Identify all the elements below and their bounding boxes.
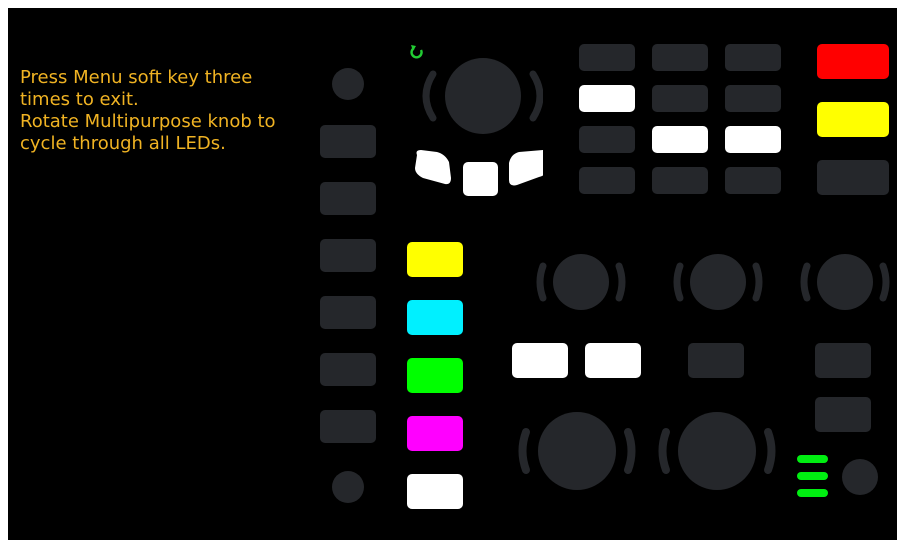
grid-key-r4c1[interactable]: [579, 167, 635, 194]
grid-key-r3c2[interactable]: [652, 126, 708, 153]
knob-2-arc-right: [752, 262, 763, 302]
channel-key-2[interactable]: [407, 300, 463, 335]
knob-2[interactable]: [690, 254, 746, 310]
bottom-right-round-button[interactable]: [842, 459, 878, 495]
knob-2-arc-left: [673, 262, 684, 302]
led-test-screen: Press Menu soft key three times to exit.…: [8, 8, 897, 540]
refresh-icon: [410, 45, 423, 59]
grid-key-r1c1[interactable]: [579, 44, 635, 71]
right-stack-key-2[interactable]: [815, 397, 871, 432]
instruction-line-4: cycle through all LEDs.: [20, 133, 226, 154]
grid-key-r1c2[interactable]: [652, 44, 708, 71]
level-bar-2: [797, 472, 828, 480]
channel-key-4[interactable]: [407, 416, 463, 451]
multipurpose-knob-group: [410, 45, 543, 196]
instruction-line-2: times to exit.: [20, 89, 139, 110]
knob-group-2: [673, 254, 763, 310]
grid-key-r3c3[interactable]: [725, 126, 781, 153]
nav-key-center[interactable]: [463, 162, 498, 196]
multipurpose-knob-arc-right: [529, 70, 543, 122]
knob-3-arc-right: [879, 262, 890, 302]
soft-key-3[interactable]: [320, 239, 376, 272]
multipurpose-knob-arc-left: [422, 70, 437, 122]
large-knob-2-arc-left: [658, 428, 670, 474]
knob-1[interactable]: [553, 254, 609, 310]
right-stack-key-1[interactable]: [815, 343, 871, 378]
soft-key-4[interactable]: [320, 296, 376, 329]
grid-key-r2c3[interactable]: [725, 85, 781, 112]
right-key-red[interactable]: [817, 44, 889, 79]
soft-key-6[interactable]: [320, 410, 376, 443]
middle-key-2[interactable]: [585, 343, 641, 378]
instruction-line-3: Rotate Multipurpose knob to: [20, 111, 276, 132]
large-knob-2[interactable]: [678, 412, 756, 490]
soft-key-2[interactable]: [320, 182, 376, 215]
level-bar-3: [797, 489, 828, 497]
large-knob-1-arc-right: [624, 428, 636, 474]
knob-3-arc-left: [800, 262, 811, 302]
nav-key-left[interactable]: [415, 150, 451, 185]
channel-key-3[interactable]: [407, 358, 463, 393]
grid-key-r3c1[interactable]: [579, 126, 635, 153]
left-top-round-button[interactable]: [332, 68, 364, 100]
knob-1-arc-right: [615, 262, 626, 302]
soft-key-1[interactable]: [320, 125, 376, 158]
knob-group-1: [536, 254, 626, 310]
knob-3[interactable]: [817, 254, 873, 310]
channel-key-1[interactable]: [407, 242, 463, 277]
middle-key-3[interactable]: [688, 343, 744, 378]
large-knob-2-arc-right: [764, 428, 776, 474]
large-knob-group-2: [658, 412, 776, 490]
large-knob-group-1: [518, 412, 636, 490]
right-key-yellow[interactable]: [817, 102, 889, 137]
left-bottom-round-button[interactable]: [332, 471, 364, 503]
soft-key-5[interactable]: [320, 353, 376, 386]
multipurpose-knob[interactable]: [445, 58, 521, 134]
large-knob-1[interactable]: [538, 412, 616, 490]
grid-key-r2c2[interactable]: [652, 85, 708, 112]
channel-key-5[interactable]: [407, 474, 463, 509]
nav-key-right[interactable]: [509, 150, 543, 186]
grid-key-r4c2[interactable]: [652, 167, 708, 194]
right-key-dark[interactable]: [817, 160, 889, 195]
instruction-text: Press Menu soft key three times to exit.…: [20, 67, 320, 155]
level-bar-1: [797, 455, 828, 463]
middle-key-1[interactable]: [512, 343, 568, 378]
grid-key-r4c3[interactable]: [725, 167, 781, 194]
grid-key-r1c3[interactable]: [725, 44, 781, 71]
grid-key-r2c1[interactable]: [579, 85, 635, 112]
knob-1-arc-left: [536, 262, 547, 302]
instruction-line-1: Press Menu soft key three: [20, 67, 253, 88]
large-knob-1-arc-left: [518, 428, 530, 474]
knob-group-3: [800, 254, 890, 310]
